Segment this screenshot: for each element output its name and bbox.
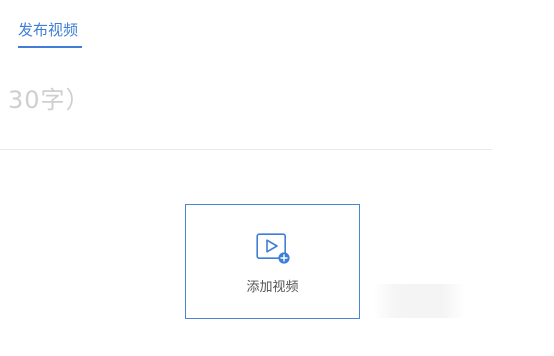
- video-add-icon: [256, 233, 290, 264]
- title-input-placeholder[interactable]: 30字）: [8, 84, 91, 116]
- tab-publish-video[interactable]: 发布视频: [18, 20, 78, 40]
- faint-watermark: [373, 284, 465, 318]
- add-video-button[interactable]: 添加视频: [185, 204, 360, 319]
- tab-publish-video-label: 发布视频: [18, 21, 79, 39]
- add-video-label: 添加视频: [246, 280, 299, 295]
- section-divider: [0, 149, 492, 150]
- title-placeholder-text: 30字）: [8, 86, 91, 114]
- active-tab-indicator: [18, 46, 82, 48]
